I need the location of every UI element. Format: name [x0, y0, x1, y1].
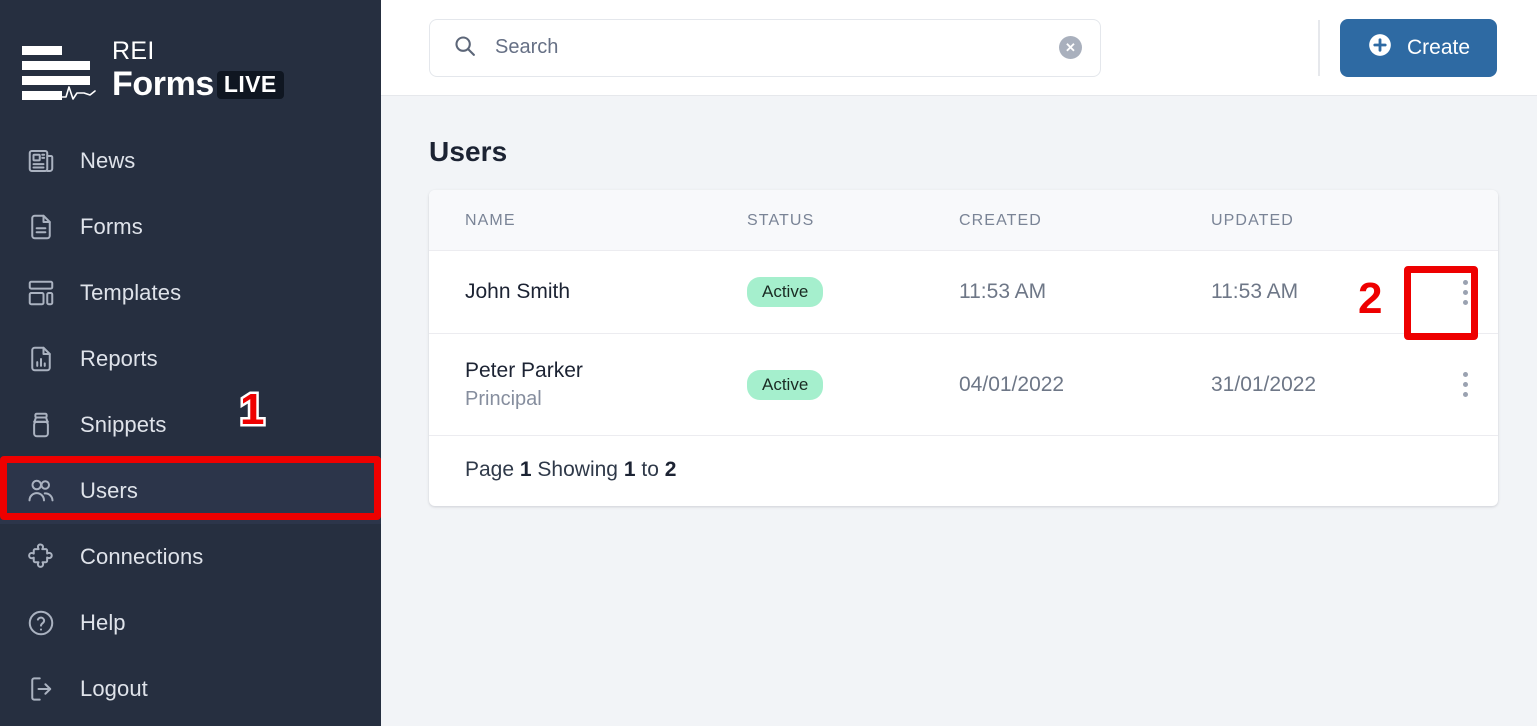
- chart-doc-icon: [24, 342, 58, 376]
- sidebar-item-forms[interactable]: Forms: [0, 194, 381, 260]
- cell-status: Active: [747, 250, 959, 334]
- page-title: Users: [429, 136, 508, 167]
- table-row[interactable]: Peter Parker Principal Active 04/01/2022…: [429, 333, 1498, 437]
- pulse-line-icon: [60, 86, 96, 100]
- users-table-card: NAME STATUS CREATED UPDATED John Smith A…: [429, 190, 1498, 507]
- sidebar-item-logout[interactable]: Logout: [0, 656, 381, 722]
- column-header-actions: [1433, 190, 1498, 251]
- sidebar-nav: News Forms Templates Reports Snippets Us…: [0, 128, 381, 722]
- users-icon: [24, 474, 58, 508]
- plus-circle-icon: [1367, 32, 1393, 64]
- cell-created: 04/01/2022: [959, 333, 1211, 437]
- sidebar-item-templates[interactable]: Templates: [0, 260, 381, 326]
- sidebar-item-label: Forms: [80, 214, 143, 239]
- column-header-created[interactable]: CREATED: [959, 190, 1211, 251]
- column-header-status[interactable]: STATUS: [747, 190, 959, 251]
- document-icon: [24, 210, 58, 244]
- cell-updated: 31/01/2022: [1211, 333, 1433, 437]
- sidebar-item-label: Logout: [80, 676, 148, 701]
- sidebar: REI Forms LIVE News Forms Templates Repo…: [0, 0, 381, 726]
- clear-search-icon[interactable]: ✕: [1059, 36, 1082, 59]
- cell-status: Active: [747, 333, 959, 437]
- column-header-updated[interactable]: UPDATED: [1211, 190, 1433, 251]
- table-head: NAME STATUS CREATED UPDATED: [429, 190, 1498, 251]
- sidebar-item-label: Templates: [80, 280, 182, 305]
- layout-icon: [24, 276, 58, 310]
- pager-showing-word: Showing: [537, 458, 618, 482]
- sidebar-item-news[interactable]: News: [0, 128, 381, 194]
- user-role: Principal: [465, 388, 542, 411]
- sidebar-item-reports[interactable]: Reports: [0, 326, 381, 392]
- table-row[interactable]: John Smith Active 11:53 AM 11:53 AM: [429, 250, 1498, 334]
- sidebar-item-label: Help: [80, 610, 126, 635]
- pager-to-word: to: [641, 458, 659, 482]
- create-button[interactable]: Create: [1340, 18, 1497, 77]
- sidebar-item-snippets[interactable]: Snippets: [0, 392, 381, 458]
- top-bar: ✕ Create: [381, 0, 1537, 96]
- sidebar-item-connections[interactable]: Connections: [0, 524, 381, 590]
- user-name: Peter Parker: [465, 359, 583, 382]
- cell-updated: 11:53 AM: [1211, 250, 1433, 334]
- search-box[interactable]: ✕: [429, 18, 1101, 77]
- create-button-label: Create: [1406, 35, 1471, 59]
- status-badge: Active: [747, 369, 824, 400]
- cell-created: 11:53 AM: [959, 250, 1211, 334]
- status-badge: Active: [747, 277, 824, 307]
- search-input[interactable]: [495, 36, 1041, 59]
- jar-icon: [24, 408, 58, 442]
- sidebar-item-label: Users: [80, 478, 138, 503]
- users-table: NAME STATUS CREATED UPDATED John Smith A…: [429, 190, 1498, 437]
- sidebar-item-help[interactable]: Help: [0, 590, 381, 656]
- cell-actions: [1433, 333, 1498, 437]
- brand-logo[interactable]: REI Forms LIVE: [0, 0, 381, 118]
- sidebar-item-label: Connections: [80, 544, 204, 569]
- pager-page-word: Page: [465, 458, 515, 482]
- row-menu-icon[interactable]: [1449, 275, 1483, 309]
- pager-page-number: 1: [519, 458, 532, 482]
- brand-forms: Forms: [112, 65, 214, 104]
- question-icon: [24, 606, 58, 640]
- user-name: John Smith: [465, 279, 571, 303]
- sidebar-item-users[interactable]: Users: [0, 458, 381, 524]
- newspaper-icon: [24, 144, 58, 178]
- pagination-summary: Page 1 Showing 1 to 2: [429, 436, 1498, 506]
- cell-name: Peter Parker Principal: [429, 333, 747, 437]
- table-body: John Smith Active 11:53 AM 11:53 AM Pete…: [429, 250, 1498, 437]
- cell-actions: [1433, 250, 1498, 334]
- logo-mark-icon: [22, 42, 96, 100]
- sidebar-item-label: News: [80, 148, 136, 173]
- logout-icon: [24, 672, 58, 706]
- brand-rei: REI: [112, 37, 155, 66]
- cell-name: John Smith: [429, 250, 747, 334]
- brand-live: LIVE: [216, 70, 284, 99]
- search-icon: [452, 33, 477, 63]
- sidebar-item-label: Reports: [80, 346, 158, 371]
- topbar-divider: [1318, 19, 1320, 76]
- pager-range-to: 2: [664, 458, 677, 482]
- sidebar-item-label: Snippets: [80, 412, 167, 437]
- puzzle-icon: [24, 540, 58, 574]
- content-area: Users NAME STATUS CREATED UPDATED John S…: [381, 96, 1537, 726]
- main-area: ✕ Create Users: [381, 0, 1537, 726]
- brand-wordmark: REI Forms LIVE: [112, 39, 284, 102]
- row-menu-icon[interactable]: [1449, 368, 1483, 402]
- pager-range-from: 1: [623, 458, 636, 482]
- app-root: REI Forms LIVE News Forms Templates Repo…: [0, 0, 1537, 726]
- table-header-row: NAME STATUS CREATED UPDATED: [429, 190, 1498, 251]
- column-header-name[interactable]: NAME: [429, 190, 747, 251]
